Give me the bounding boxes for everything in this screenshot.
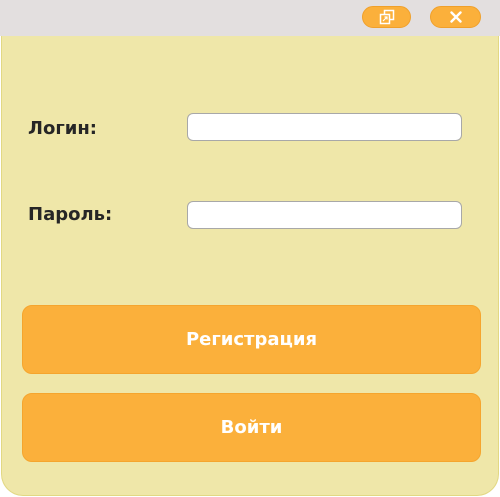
close-icon	[449, 11, 462, 23]
password-input[interactable]	[187, 201, 462, 229]
login-window: Логин: Пароль: Регистрация Войти	[0, 0, 500, 497]
restore-window-icon	[379, 9, 394, 25]
close-button[interactable]	[430, 6, 481, 28]
login-input[interactable]	[187, 113, 462, 141]
login-button[interactable]: Войти	[22, 393, 481, 462]
password-label: Пароль:	[28, 204, 113, 225]
register-button[interactable]: Регистрация	[22, 305, 481, 374]
title-bar	[0, 0, 500, 36]
login-label: Логин:	[28, 118, 97, 139]
restore-button[interactable]	[362, 6, 411, 28]
